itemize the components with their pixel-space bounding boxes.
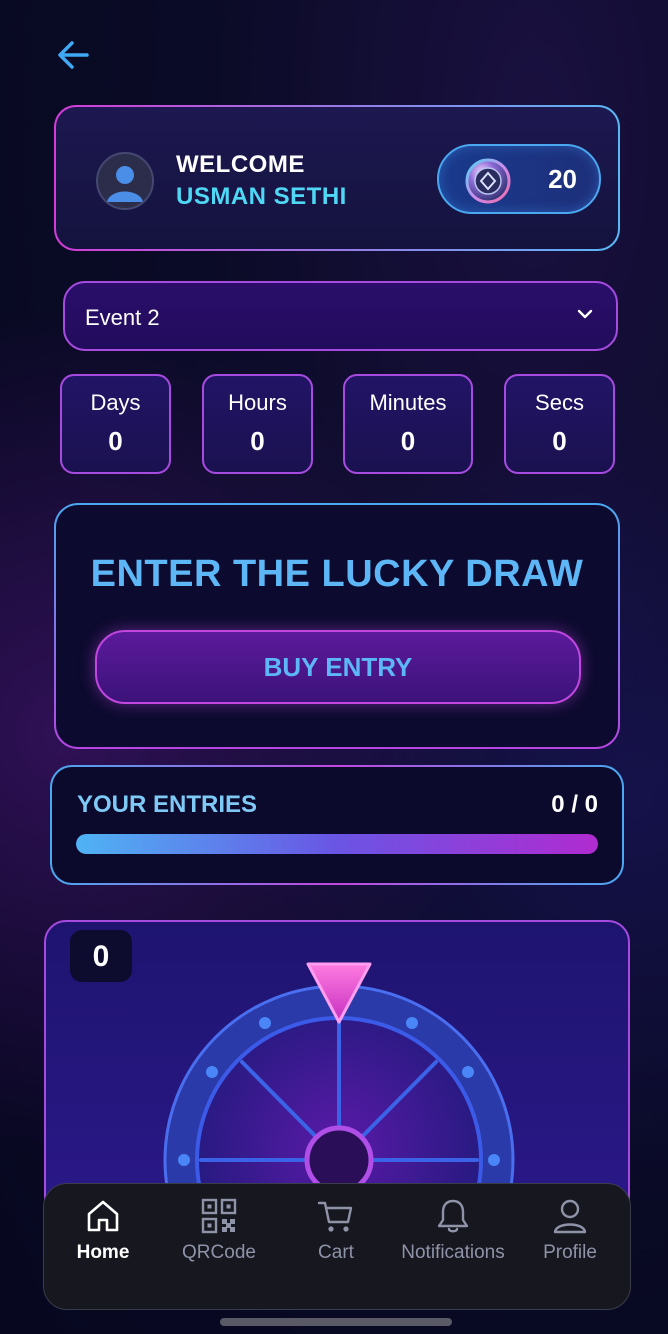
lucky-draw-card: ENTER THE LUCKY DRAW BUY ENTRY [54,503,620,749]
chevron-down-icon [577,309,593,319]
countdown-seconds: Secs 0 [504,374,615,474]
buy-entry-label: BUY ENTRY [263,652,413,682]
nav-cart-label: Cart [318,1242,354,1263]
buy-entry-button[interactable]: BUY ENTRY [95,630,581,704]
lucky-draw-title: ENTER THE LUCKY DRAW [90,553,584,595]
welcome-label: WELCOME [176,151,305,178]
user-avatar-icon[interactable] [96,152,154,210]
wheel-counter-value: 0 [92,940,110,973]
countdown-minutes: Minutes 0 [343,374,473,474]
event-selected-value: Event 2 [85,305,160,330]
welcome-card: WELCOME USMAN SETHI 20 [54,105,620,251]
home-indicator[interactable] [220,1318,452,1326]
nav-notifications-label: Notifications [401,1242,505,1263]
countdown-hours: Hours 0 [202,374,313,474]
countdown-label: Minutes [369,390,447,415]
countdown-label: Secs [535,390,584,415]
countdown-value: 0 [552,426,567,456]
bottom-navigation: Home QRCode Cart Notifications Profile [43,1183,631,1310]
nav-profile[interactable]: Profile [512,1196,628,1276]
qr-code-icon [201,1198,237,1234]
arrow-left-icon [58,41,89,69]
coin-icon [465,158,511,204]
entries-count: 0 / 0 [551,791,598,818]
wheel-counter: 0 [70,930,132,982]
profile-icon [553,1199,587,1234]
home-icon [87,1200,119,1232]
coin-count: 20 [548,164,577,194]
coin-balance-pill[interactable]: 20 [437,144,601,214]
countdown-label: Hours [228,390,287,415]
nav-home-label: Home [76,1242,130,1263]
entries-card: YOUR ENTRIES 0 / 0 [50,765,624,885]
nav-notifications[interactable]: Notifications [395,1196,511,1276]
entries-progress-bar [76,834,598,854]
entries-progress-fill [76,834,598,854]
countdown-value: 0 [400,426,416,456]
countdown-days: Days 0 [60,374,171,474]
countdown-value: 0 [108,426,123,456]
countdown-value: 0 [250,426,265,456]
nav-home[interactable]: Home [45,1196,161,1276]
user-name: USMAN SETHI [176,183,347,210]
spin-wheel[interactable] [46,922,630,1220]
nav-profile-label: Profile [543,1242,597,1263]
nav-cart[interactable]: Cart [278,1196,394,1276]
back-button[interactable] [52,34,94,76]
event-select[interactable]: Event 2 [63,281,618,351]
nav-qrcode-label: QRCode [182,1242,256,1263]
bell-icon [437,1199,469,1233]
spin-wheel-card: 0 [44,920,630,1220]
nav-qrcode[interactable]: QRCode [161,1196,277,1276]
entries-label: YOUR ENTRIES [77,791,258,818]
cart-icon [317,1201,353,1232]
countdown-label: Days [90,390,141,415]
